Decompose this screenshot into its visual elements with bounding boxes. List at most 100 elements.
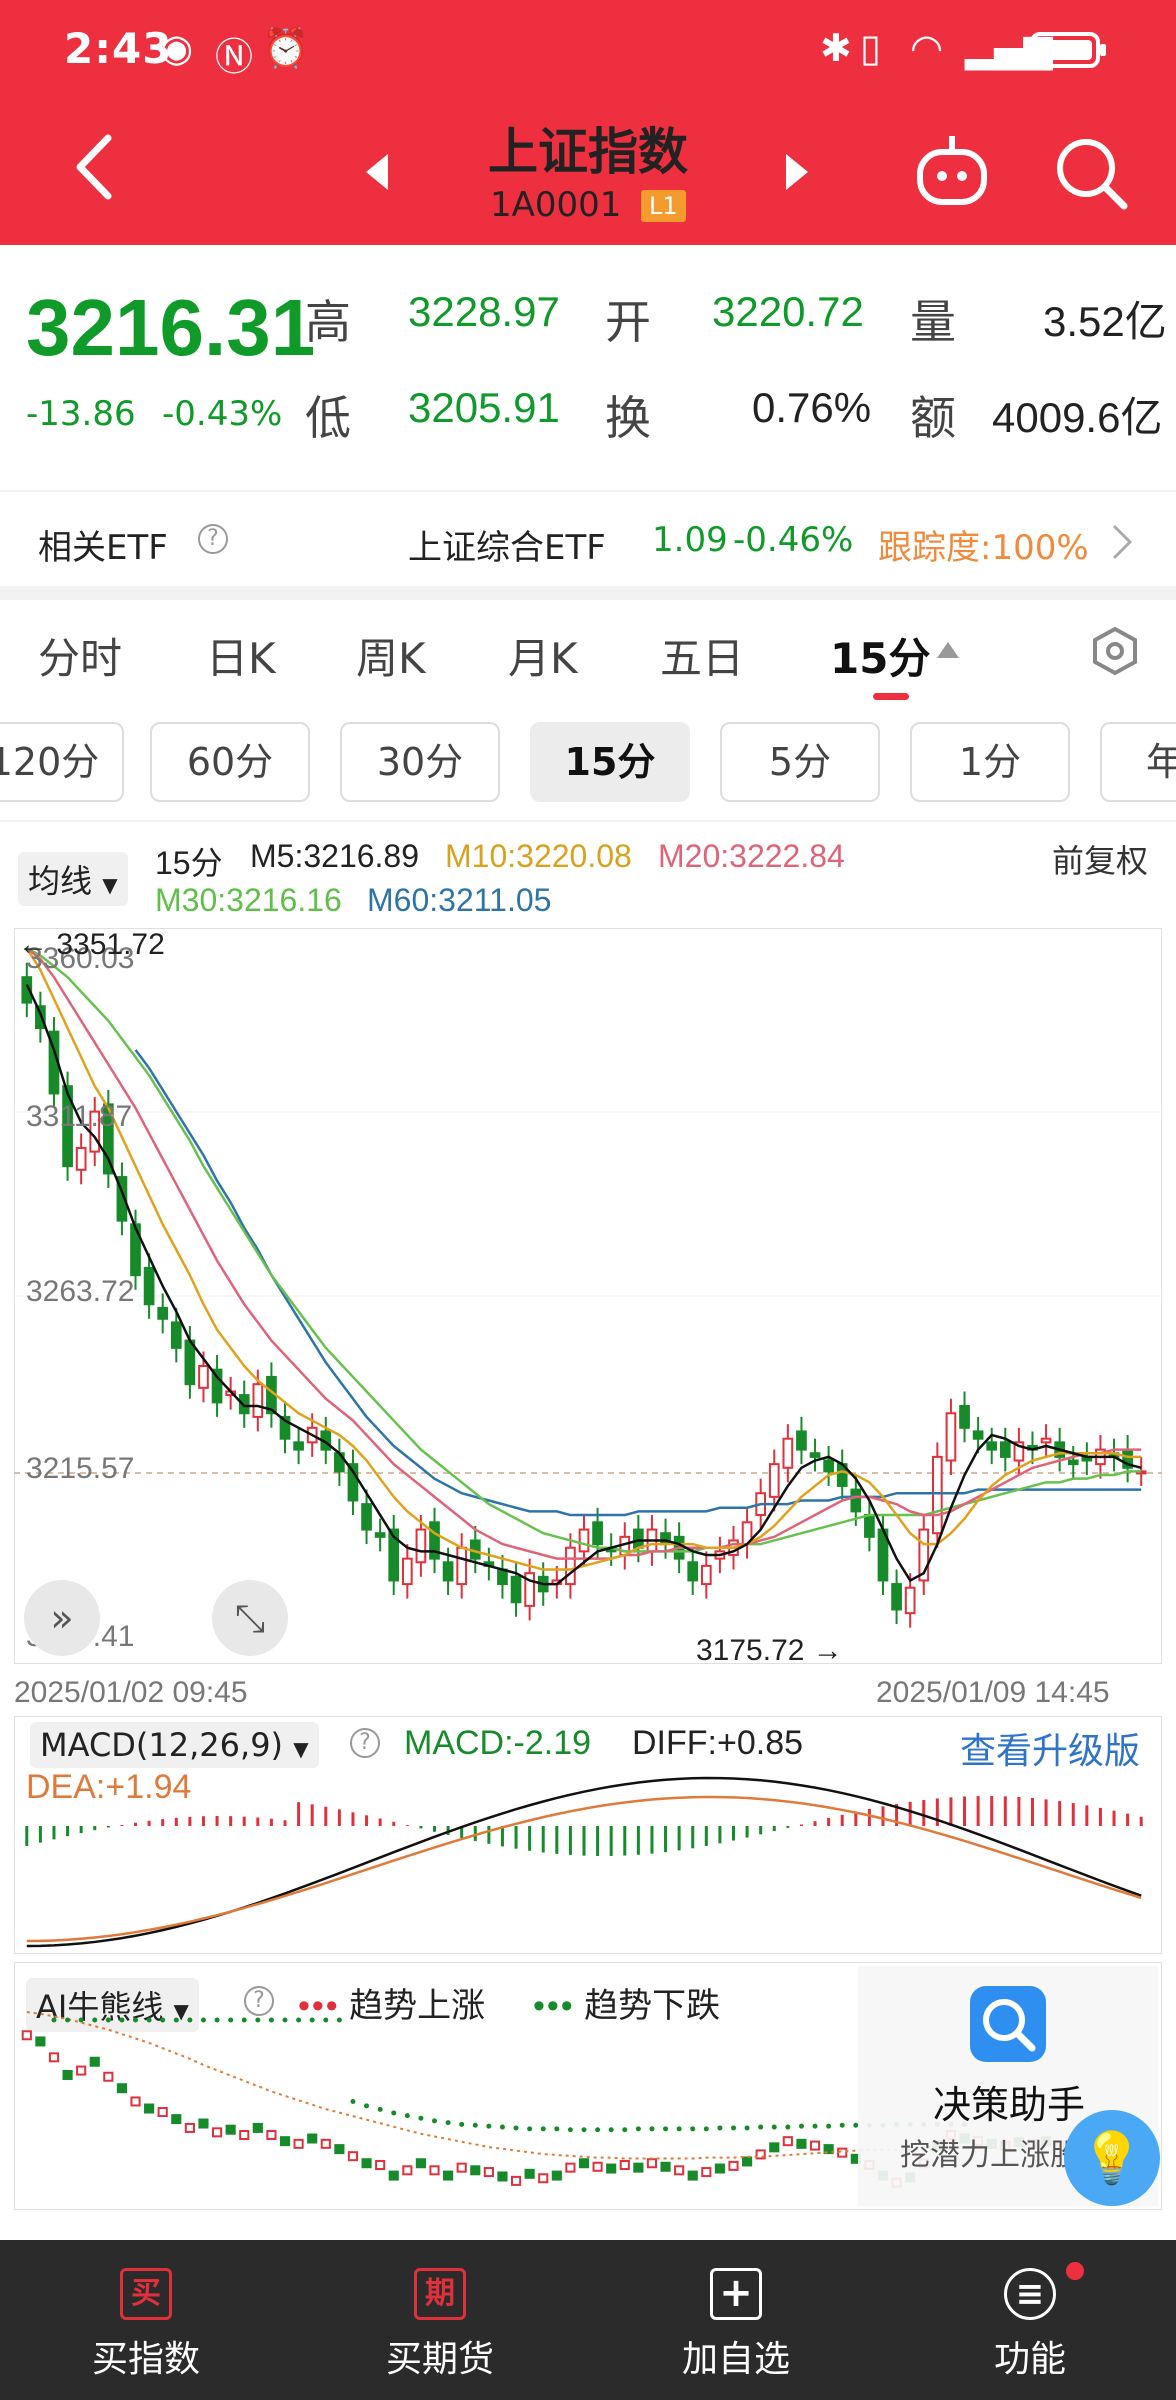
etf-value: 1.09	[652, 520, 728, 560]
nav-functions-label: 功能	[993, 2339, 1066, 2380]
section-gap	[0, 586, 1176, 600]
ai-trend-down-dot	[486, 2123, 492, 2129]
help-icon[interactable]: ?	[198, 524, 228, 554]
etf-label: 相关ETF	[38, 528, 168, 568]
ai-candle	[239, 2129, 250, 2140]
ai-candle	[62, 2069, 73, 2080]
ai-trend-down-dot	[404, 2113, 410, 2119]
ai-trend-down-dot	[812, 2123, 818, 2129]
period-60min[interactable]: 60分	[150, 722, 310, 802]
ai-trend-down-dot	[391, 2110, 397, 2116]
price-tick: 3215.57	[26, 1452, 135, 1485]
candle-body	[143, 1266, 155, 1306]
ai-trend-down-dot	[635, 2126, 641, 2132]
period-120min[interactable]: 120分	[0, 722, 124, 802]
turnover-value: 0.76%	[752, 384, 872, 431]
settings-hex-icon[interactable]	[1090, 626, 1140, 676]
ai-candle	[592, 2161, 603, 2172]
ai-candle	[130, 2096, 141, 2107]
tab-daily-k[interactable]: 日K	[206, 625, 276, 686]
turnover-label: 换	[605, 391, 651, 445]
low-annotation: 3175.72 →	[696, 1634, 843, 1667]
candle-body	[442, 1561, 454, 1582]
tab-monthly-k[interactable]: 月K	[508, 625, 578, 686]
ai-candle	[660, 2161, 671, 2172]
ai-candle	[293, 2138, 304, 2149]
ai-candle	[171, 2114, 182, 2125]
nav-add-watchlist[interactable]: + 加自选	[636, 2268, 836, 2382]
volume-value: 3.52亿	[1043, 298, 1167, 345]
decision-assistant-title[interactable]: 决策助手	[933, 2074, 1085, 2129]
robot-assistant-icon[interactable]	[912, 130, 992, 210]
caret-up-icon	[937, 642, 959, 658]
ai-trend-down-dot	[758, 2124, 764, 2130]
ai-candle	[796, 2138, 807, 2149]
kline-chart[interactable]	[14, 928, 1162, 1664]
ai-trend-down-dot	[676, 2126, 682, 2132]
lightbulb-button[interactable]: 💡	[1064, 2110, 1160, 2206]
candle-body	[252, 1383, 264, 1418]
ai-trend-down-dot	[513, 2125, 519, 2131]
index-code: 1A0001	[490, 185, 622, 225]
tab-15min[interactable]: 15分	[830, 625, 930, 686]
ai-candle	[524, 2168, 535, 2179]
legend-period: 15分	[155, 845, 223, 881]
ai-trend-down-dot	[309, 2017, 315, 2023]
ai-candle	[510, 2175, 522, 2186]
ai-candle	[35, 2036, 46, 2047]
decision-assistant-icon[interactable]	[968, 1984, 1048, 2064]
notification-dot	[1066, 2262, 1084, 2280]
ai-trend-down-dot	[173, 2017, 179, 2023]
ai-candle	[21, 2030, 32, 2041]
period-15min[interactable]: 15分	[530, 722, 690, 802]
eye-icon: ◉	[160, 26, 194, 70]
candle-body	[932, 1455, 943, 1535]
adjust-mode[interactable]: 前复权	[1052, 836, 1148, 882]
ai-candle	[198, 2118, 209, 2129]
ai-trend-down-dot	[581, 2127, 587, 2133]
period-30min[interactable]: 30分	[340, 722, 500, 802]
status-bar: 2:43 ◉ Ⓝ ⏰ ✱ ▯ ◠ ▂▄▆	[0, 0, 1176, 100]
search-icon[interactable]	[1052, 134, 1132, 214]
ai-trend-down-dot	[554, 2126, 560, 2132]
period-5min[interactable]: 5分	[720, 722, 880, 802]
period-1min[interactable]: 1分	[910, 722, 1070, 802]
ma-selector[interactable]: 均线 ▼	[18, 852, 128, 906]
ai-candle	[687, 2170, 698, 2181]
candle-body	[823, 1459, 834, 1473]
ma10-line	[25, 947, 1142, 1571]
ai-candle	[619, 2160, 630, 2171]
back-arrow-icon[interactable]	[70, 132, 120, 202]
ai-trend-down-dot	[78, 2017, 84, 2023]
ai-candle	[307, 2133, 318, 2144]
nav-buy-futures[interactable]: 期 买期货	[340, 2268, 540, 2382]
level-badge: L1	[641, 190, 686, 222]
tab-intraday[interactable]: 分时	[38, 625, 122, 686]
chevron-right-icon[interactable]	[1110, 522, 1134, 562]
price-change-pct: -0.43%	[162, 394, 283, 434]
tab-five-day[interactable]: 五日	[660, 625, 744, 686]
ai-trend-down-dot	[622, 2127, 628, 2133]
decision-assistant-subtitle[interactable]: 挖潜力上涨股	[900, 2130, 1080, 2174]
etf-name[interactable]: 上证综合ETF	[408, 520, 606, 569]
etf-change: -0.46%	[733, 520, 854, 560]
current-price: 3216.31	[26, 283, 316, 372]
candle-body	[157, 1306, 169, 1320]
fullscreen-button[interactable]: ⤡	[212, 1580, 288, 1656]
expand-sidebar-button[interactable]: »	[24, 1580, 100, 1656]
nav-add-watchlist-label: 加自选	[681, 2339, 790, 2380]
high-annotation-value: 3351.72	[56, 928, 165, 961]
candle-body	[565, 1546, 576, 1586]
ai-trend-down-dot	[323, 2017, 329, 2023]
nav-functions[interactable]: ≡ 功能	[930, 2268, 1130, 2382]
ai-candle	[701, 2167, 712, 2178]
nav-buy-index-label: 买指数	[91, 2339, 200, 2380]
nav-buy-futures-label: 买期货	[385, 2339, 494, 2380]
period-year[interactable]: 年	[1100, 722, 1176, 802]
nav-buy-index[interactable]: 买 买指数	[46, 2268, 246, 2382]
macd-chart	[25, 1776, 1143, 1948]
tab-weekly-k[interactable]: 周K	[356, 625, 426, 686]
divider	[0, 490, 1176, 492]
ai-trend-down-dot	[690, 2126, 696, 2132]
high-annotation: ← 3351.72	[18, 928, 165, 961]
